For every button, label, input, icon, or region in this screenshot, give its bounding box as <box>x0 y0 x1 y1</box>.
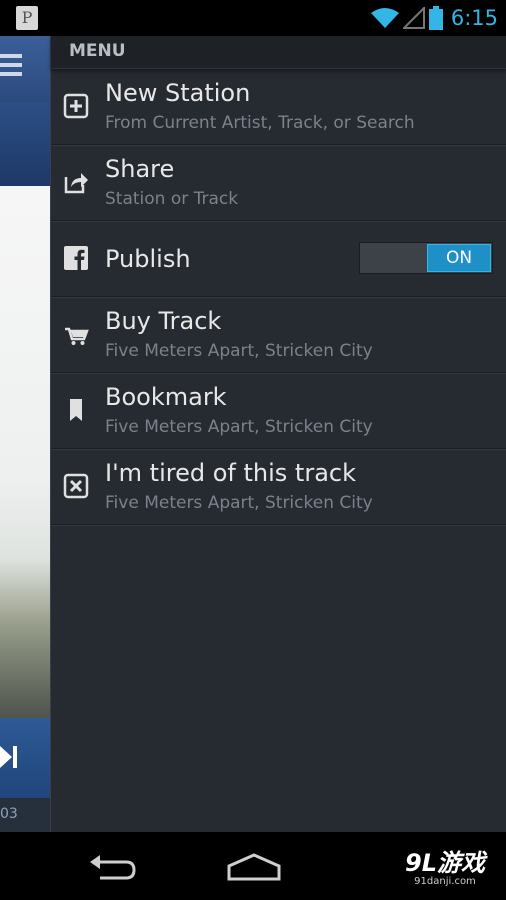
navigation-bar: 9L游戏 91danji.com <box>0 832 506 900</box>
player-toolbar <box>0 36 50 102</box>
share-icon <box>64 173 88 194</box>
hamburger-menu-icon[interactable] <box>0 54 22 81</box>
toggle-on-label: ON <box>427 244 491 272</box>
battery-icon <box>428 6 443 30</box>
status-icons: 6:15 <box>370 0 498 36</box>
item-title: New Station <box>105 79 251 107</box>
menu-item-bookmark[interactable]: Bookmark Five Meters Apart, Stricken Cit… <box>51 373 506 449</box>
item-subtitle: Five Meters Apart, Stricken City <box>105 493 373 513</box>
menu-item-publish[interactable]: Publish ON <box>51 221 506 297</box>
player-controls <box>0 718 50 798</box>
menu-item-share[interactable]: Share Station or Track <box>51 145 506 221</box>
clock: 6:15 <box>450 6 498 30</box>
item-title: Bookmark <box>105 383 227 411</box>
menu-item-new-station[interactable]: New Station From Current Artist, Track, … <box>51 69 506 145</box>
item-subtitle: Five Meters Apart, Stricken City <box>105 417 373 437</box>
back-icon[interactable] <box>86 852 138 882</box>
close-box-icon <box>63 473 89 499</box>
signal-icon <box>402 7 425 29</box>
item-title: Publish <box>105 245 191 273</box>
home-icon[interactable] <box>226 852 282 882</box>
player-track-band <box>0 102 50 186</box>
cart-icon <box>65 327 89 345</box>
watermark: 9L游戏 91danji.com <box>400 850 490 887</box>
item-title: I'm tired of this track <box>105 459 356 487</box>
watermark-url: 91danji.com <box>414 876 476 887</box>
item-subtitle: Five Meters Apart, Stricken City <box>105 341 373 361</box>
watermark-logo: 9L游戏 <box>405 849 485 877</box>
album-art <box>0 186 50 718</box>
item-title: Share <box>105 155 175 183</box>
publish-toggle[interactable]: ON <box>359 242 493 274</box>
wifi-icon <box>370 8 399 28</box>
item-subtitle: Station or Track <box>105 189 239 209</box>
status-bar: P 6:15 <box>0 0 506 36</box>
menu-drawer: MENU New Station From Current Artist, Tr… <box>50 36 506 832</box>
menu-header: MENU <box>51 36 506 69</box>
elapsed-time: 03 <box>0 806 18 822</box>
plus-box-icon <box>63 93 89 119</box>
facebook-icon <box>64 246 88 270</box>
bookmark-icon <box>70 399 82 421</box>
menu-item-tired-of-track[interactable]: I'm tired of this track Five Meters Apar… <box>51 449 506 525</box>
item-subtitle: From Current Artist, Track, or Search <box>105 113 415 133</box>
pandora-p-icon: P <box>16 6 38 30</box>
item-title: Buy Track <box>105 307 222 335</box>
skip-forward-icon[interactable] <box>0 742 20 772</box>
player-panel: 03 <box>0 36 50 832</box>
menu-item-buy-track[interactable]: Buy Track Five Meters Apart, Stricken Ci… <box>51 297 506 373</box>
